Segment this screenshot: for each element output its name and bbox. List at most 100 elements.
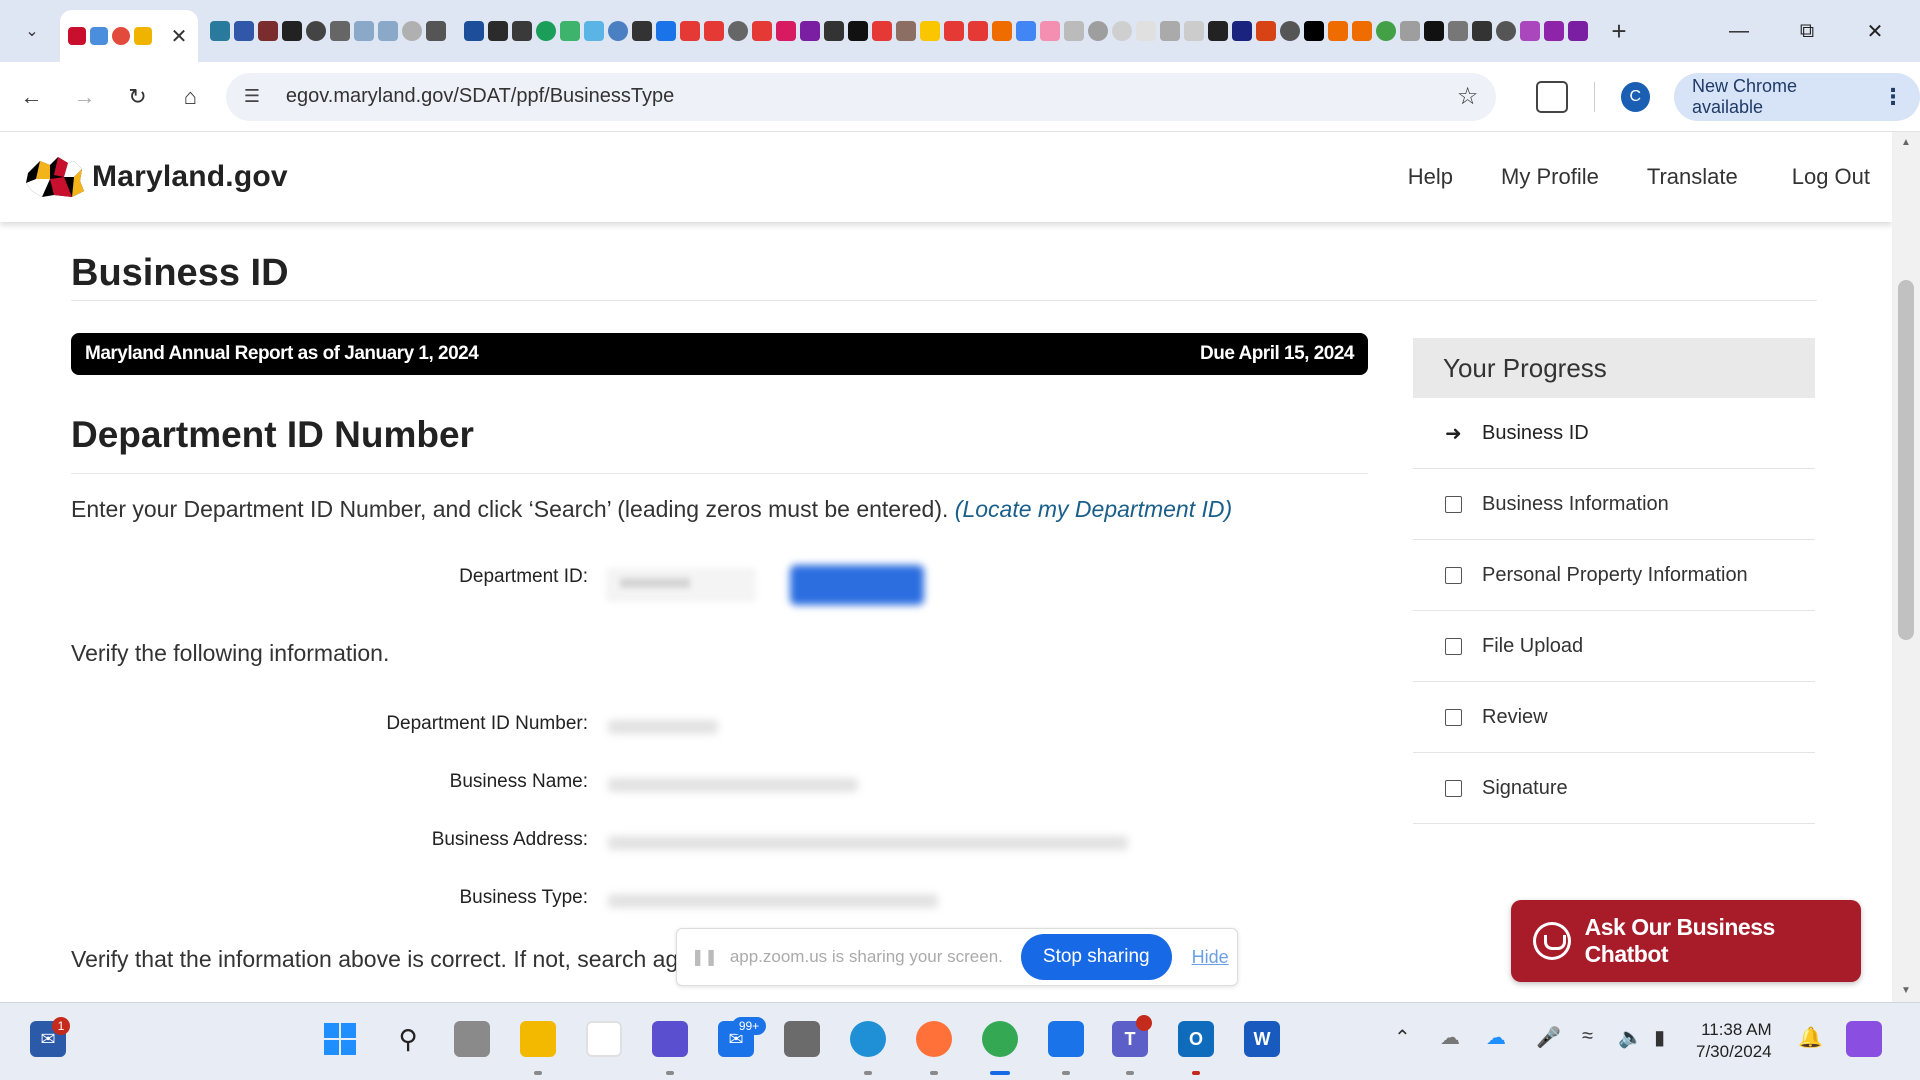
ask-chatbot-button[interactable]: Ask Our Business Chatbot — [1511, 900, 1861, 982]
tab-favicon-icon[interactable] — [800, 21, 820, 41]
tab-favicon-icon[interactable] — [1184, 21, 1204, 41]
page-scrollbar[interactable]: ▲ ▼ — [1892, 132, 1920, 1002]
address-url[interactable]: egov.maryland.gov/SDAT/ppf/BusinessType — [286, 85, 674, 108]
progress-item-file-upload[interactable]: File Upload — [1413, 611, 1815, 682]
firefox-icon[interactable] — [916, 1021, 952, 1057]
tab-favicon-icon[interactable] — [282, 21, 302, 41]
nav-my-profile[interactable]: My Profile — [1501, 164, 1599, 190]
tab-favicon-icon[interactable] — [704, 21, 724, 41]
tab-favicon-icon[interactable] — [488, 21, 508, 41]
tab-favicon-icon[interactable] — [848, 21, 868, 41]
tab-favicon-icon[interactable] — [584, 21, 604, 41]
bookmark-star-icon[interactable]: ☆ — [1457, 82, 1479, 111]
tab-favicon-icon[interactable] — [560, 21, 580, 41]
site-settings-icon[interactable]: ☰ — [244, 86, 272, 107]
chrome-menu-icon[interactable]: ⋮ — [1882, 84, 1904, 110]
close-window-icon[interactable]: ✕ — [1842, 0, 1908, 62]
tab-favicon-icon[interactable] — [1280, 21, 1300, 41]
hide-sharing-bar-link[interactable]: Hide — [1192, 947, 1229, 968]
tab-favicon-icon[interactable] — [536, 21, 556, 41]
tab-favicon-icon[interactable] — [608, 21, 628, 41]
onedrive-blue-cloud-icon[interactable]: ☁ — [1486, 1025, 1506, 1050]
tab-favicon-icon[interactable] — [680, 21, 700, 41]
tab-favicon-icon[interactable] — [378, 21, 398, 41]
locate-department-id-link[interactable]: (Locate my Department ID) — [955, 496, 1232, 522]
restore-icon[interactable]: ⧉ — [1774, 0, 1840, 62]
notepad-icon[interactable] — [1048, 1021, 1084, 1057]
progress-item-personal-property[interactable]: Personal Property Information — [1413, 540, 1815, 611]
tab-search-chevron-icon[interactable]: ⌄ — [10, 9, 54, 53]
home-icon[interactable]: ⌂ — [169, 75, 212, 119]
volume-icon[interactable]: 🔈 — [1618, 1025, 1643, 1050]
tab-favicon-icon[interactable] — [258, 21, 278, 41]
tab-favicon-icon[interactable] — [426, 21, 446, 41]
tab-favicon-icon[interactable] — [1208, 21, 1228, 41]
microphone-icon[interactable]: 🎤 — [1536, 1025, 1561, 1050]
tab-favicon-icon[interactable] — [1400, 21, 1420, 41]
tab-favicon-icon[interactable] — [824, 21, 844, 41]
tab-favicon-icon[interactable] — [306, 21, 326, 41]
tab-favicon-icon[interactable] — [1520, 21, 1540, 41]
maryland-logo[interactable]: Maryland.gov — [24, 155, 288, 199]
search-button[interactable] — [790, 565, 924, 605]
minimize-icon[interactable]: — — [1706, 0, 1772, 62]
tab-favicon-icon[interactable] — [1568, 21, 1588, 41]
stop-sharing-button[interactable]: Stop sharing — [1020, 934, 1172, 980]
chrome-icon[interactable] — [982, 1021, 1018, 1057]
tab-favicon-icon[interactable] — [354, 21, 374, 41]
tab-favicon-icon[interactable] — [1064, 21, 1084, 41]
tab-favicon-icon[interactable] — [512, 21, 532, 41]
battery-icon[interactable]: ▮ — [1654, 1025, 1665, 1050]
tab-favicon-icon[interactable] — [920, 21, 940, 41]
profile-avatar[interactable]: C — [1620, 81, 1650, 112]
tab-favicon-icon[interactable] — [1256, 21, 1276, 41]
tab-favicon-icon[interactable] — [1136, 21, 1156, 41]
tab-favicon-icon[interactable] — [728, 21, 748, 41]
address-bar[interactable]: ☰ egov.maryland.gov/SDAT/ppf/BusinessTyp… — [225, 72, 1497, 121]
tab-favicon-icon[interactable] — [402, 21, 422, 41]
calculator-icon[interactable] — [784, 1021, 820, 1057]
system-clock[interactable]: 11:38 AM 7/30/2024 — [1696, 1019, 1772, 1063]
tab-favicon-icon[interactable] — [1328, 21, 1348, 41]
back-arrow-icon[interactable]: ← — [10, 75, 53, 119]
extensions-puzzle-icon[interactable] — [1536, 80, 1568, 113]
tab-favicon-icon[interactable] — [656, 21, 676, 41]
reload-icon[interactable]: ↻ — [116, 75, 159, 119]
drag-handle-icon[interactable]: ❚❚ — [691, 947, 718, 967]
tab-favicon-icon[interactable] — [968, 21, 988, 41]
tab-favicon-icon[interactable] — [1376, 21, 1396, 41]
tab-favicon-icon[interactable] — [1424, 21, 1444, 41]
search-icon[interactable]: ⚲ — [390, 1021, 426, 1057]
scroll-down-icon[interactable]: ▼ — [1892, 980, 1920, 1002]
tab-favicon-icon[interactable] — [896, 21, 916, 41]
copilot-app-icon[interactable] — [652, 1021, 688, 1057]
tray-overflow-chevron-icon[interactable]: ⌃ — [1394, 1025, 1411, 1050]
word-icon[interactable]: W — [1244, 1021, 1280, 1057]
tab-favicon-icon[interactable] — [1088, 21, 1108, 41]
new-tab-button[interactable]: + — [1604, 16, 1634, 47]
tab-favicon-icon[interactable] — [1112, 21, 1132, 41]
active-tab[interactable]: ✕ — [60, 10, 198, 62]
tab-favicon-icon[interactable] — [464, 21, 484, 41]
tab-favicon-icon[interactable] — [1496, 21, 1516, 41]
new-chrome-available-button[interactable]: New Chrome available ⋮ — [1673, 72, 1920, 121]
nav-translate[interactable]: Translate — [1647, 164, 1738, 190]
tab-favicon-icon[interactable] — [1016, 21, 1036, 41]
tab-favicon-icon[interactable] — [752, 21, 772, 41]
tab-favicon-icon[interactable] — [776, 21, 796, 41]
progress-item-review[interactable]: Review — [1413, 682, 1815, 753]
tab-favicon-icon[interactable] — [1448, 21, 1468, 41]
scroll-up-icon[interactable]: ▲ — [1892, 132, 1920, 154]
file-explorer-icon[interactable] — [520, 1021, 556, 1057]
tab-favicon-icon[interactable] — [1304, 21, 1324, 41]
edge-browser-icon[interactable] — [850, 1021, 886, 1057]
tab-favicon-icon[interactable] — [1544, 21, 1564, 41]
nav-log-out[interactable]: Log Out — [1792, 164, 1870, 190]
tab-favicon-icon[interactable] — [210, 21, 230, 41]
tab-favicon-icon[interactable] — [632, 21, 652, 41]
forward-arrow-icon[interactable]: → — [63, 75, 106, 119]
progress-item-business-id[interactable]: ➜ Business ID — [1413, 398, 1815, 469]
task-view-icon[interactable] — [454, 1021, 490, 1057]
tab-favicon-icon[interactable] — [1160, 21, 1180, 41]
outlook-icon[interactable]: O — [1178, 1021, 1214, 1057]
